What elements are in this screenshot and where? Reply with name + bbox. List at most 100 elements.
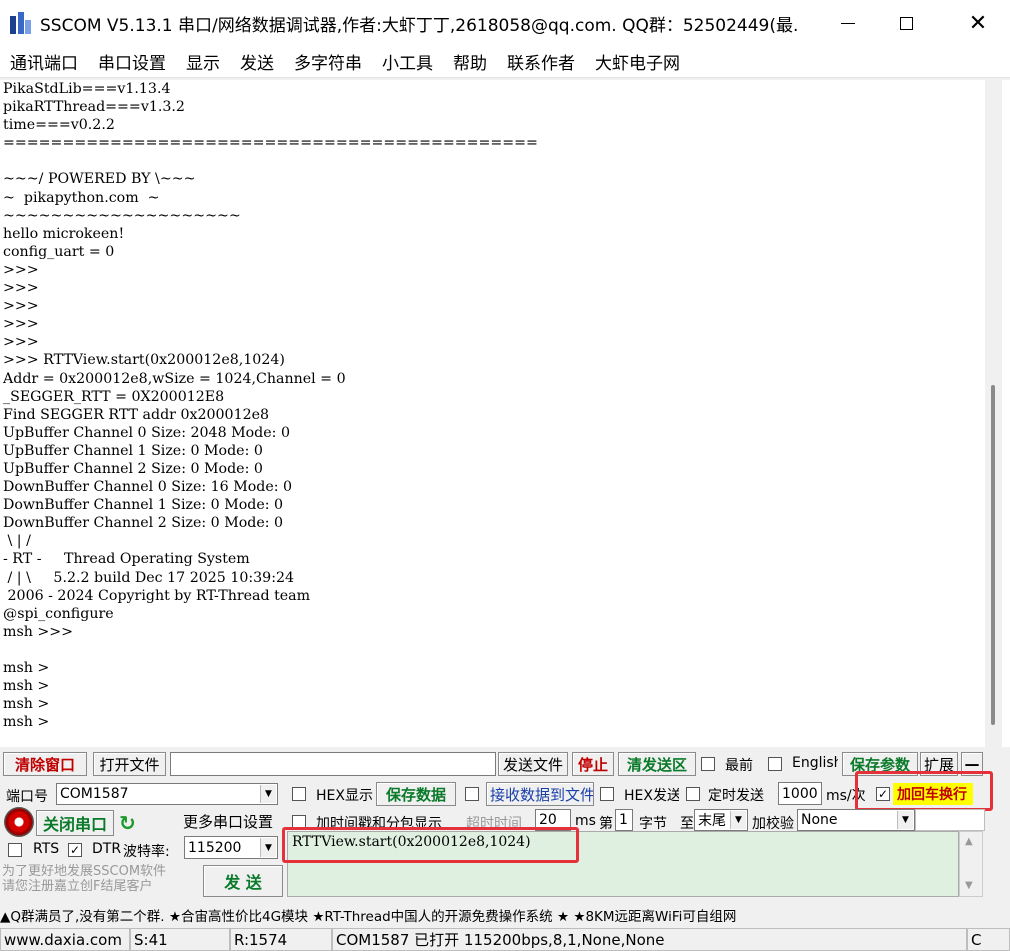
port-value: COM1587 xyxy=(60,786,129,802)
clear-window-button[interactable]: 清除窗口 xyxy=(3,752,87,776)
crlf-highlight-box xyxy=(855,771,993,811)
window-title: SSCOM V5.13.1 串口/网络数据调试器,作者:大虾丁丁,2618058… xyxy=(40,15,800,36)
minimize-icon xyxy=(841,22,855,24)
open-file-button[interactable]: 打开文件 xyxy=(93,752,166,776)
nth-input[interactable]: 1 xyxy=(615,809,633,831)
promo-line-1: 为了更好地发展SSCOM软件 xyxy=(2,864,167,879)
menu-comm-port[interactable]: 通讯端口 xyxy=(0,49,88,74)
menu-bar: 通讯端口 串口设置 显示 发送 多字符串 小工具 帮助 联系作者 大虾电子网 xyxy=(0,46,1010,78)
scroll-up-icon[interactable]: ▲ xyxy=(965,836,973,847)
close-icon: ✕ xyxy=(968,10,988,36)
baud-label: 波特率: xyxy=(123,844,170,860)
menu-contact-author[interactable]: 联系作者 xyxy=(497,49,585,74)
port-label: 端口号 xyxy=(6,789,48,805)
topmost-checkbox[interactable] xyxy=(701,757,715,771)
file-path-input[interactable] xyxy=(170,752,496,776)
rts-checkbox[interactable] xyxy=(8,843,22,857)
dtr-checkbox[interactable]: ✓ xyxy=(68,843,82,857)
title-bar: SSCOM V5.13.1 串口/网络数据调试器,作者:大虾丁丁,2618058… xyxy=(0,0,1010,46)
checksum-result xyxy=(915,809,985,831)
refresh-icon[interactable]: ↻ xyxy=(119,811,136,835)
timeout-value: 20 xyxy=(539,812,557,828)
send-file-label: 发送文件 xyxy=(502,755,563,774)
chevron-down-icon: ▼ xyxy=(730,811,746,829)
interval-value: 1000 xyxy=(782,785,818,802)
status-port-info: COM1587 已打开 115200bps,8,1,None,None xyxy=(332,928,967,951)
checksum-label: 加校验 xyxy=(752,816,794,832)
hex-send-label: HEX发送 xyxy=(624,788,679,804)
dtr-label: DTR xyxy=(92,841,122,857)
send-button[interactable]: 发 送 xyxy=(203,865,283,897)
nth-value: 1 xyxy=(619,812,628,828)
ad-line[interactable]: ▲Q群满员了,没有第二个群. ★合宙高性价比4G模块 ★RT-Thread中国人… xyxy=(0,905,1010,927)
promo-text: 为了更好地发展SSCOM软件 请您注册嘉立创F结尾客户 xyxy=(2,864,198,894)
close-button[interactable]: ✕ xyxy=(950,0,1006,46)
status-recv-count: R:1574 xyxy=(230,928,332,951)
save-data-label: 保存数据 xyxy=(385,785,446,804)
send-text-highlight-box xyxy=(282,827,579,863)
clear-window-label: 清除窗口 xyxy=(14,755,75,774)
right-edge xyxy=(1002,80,1010,747)
interval-input[interactable]: 1000 xyxy=(778,782,822,805)
nth-label: 第 xyxy=(599,816,613,832)
control-panel: 清除窗口 打开文件 发送文件 停止 清发送区 最前 English 保存参数 扩… xyxy=(0,747,1010,905)
send-scrollbar[interactable]: ▲ ▼ xyxy=(959,831,983,897)
stop-label: 停止 xyxy=(577,755,608,774)
end-select[interactable]: 末尾 ▼ xyxy=(694,809,748,831)
menu-serial-settings[interactable]: 串口设置 xyxy=(88,49,176,74)
checksum-select[interactable]: None ▼ xyxy=(797,809,915,831)
clear-send-label: 清发送区 xyxy=(626,755,687,774)
byte-label: 字节 xyxy=(639,816,667,832)
recv-to-file-button[interactable]: 接收数据到文件 xyxy=(486,782,594,806)
timeout-unit-label: ms xyxy=(575,813,596,829)
timed-send-checkbox[interactable] xyxy=(686,787,700,801)
hex-display-label: HEX显示 xyxy=(316,788,373,804)
baud-value: 115200 xyxy=(188,839,242,856)
more-settings-link[interactable]: 更多串口设置 xyxy=(183,811,273,832)
baud-select[interactable]: 115200 ▼ xyxy=(184,836,278,859)
recv-to-file-checkbox[interactable] xyxy=(465,787,479,801)
menu-tools[interactable]: 小工具 xyxy=(372,49,443,74)
checksum-value: None xyxy=(801,812,838,828)
ad-text: ▲Q群满员了,没有第二个群. ★合宙高性价比4G模块 ★RT-Thread中国人… xyxy=(0,909,737,925)
stop-button[interactable]: 停止 xyxy=(572,752,614,776)
chevron-down-icon: ▼ xyxy=(897,811,913,829)
recv-to-file-label: 接收数据到文件 xyxy=(490,785,594,804)
menu-multi-string[interactable]: 多字符串 xyxy=(284,49,372,74)
maximize-icon xyxy=(899,16,913,30)
to-label: 至 xyxy=(680,816,694,832)
open-file-label: 打开文件 xyxy=(99,755,160,774)
status-sent-count: S:41 xyxy=(130,928,230,951)
send-file-button[interactable]: 发送文件 xyxy=(498,752,568,776)
scrollbar-thumb[interactable] xyxy=(991,385,995,725)
hex-send-checkbox[interactable] xyxy=(600,787,614,801)
status-website[interactable]: www.daxia.com xyxy=(0,928,130,951)
menu-daxia-website[interactable]: 大虾电子网 xyxy=(585,49,690,74)
port-status-icon xyxy=(4,807,34,837)
minimize-button[interactable] xyxy=(820,0,876,46)
chevron-down-icon: ▼ xyxy=(260,785,276,803)
menu-help[interactable]: 帮助 xyxy=(443,49,497,74)
promo-line-2: 请您注册嘉立创F结尾客户 xyxy=(2,879,153,894)
save-data-button[interactable]: 保存数据 xyxy=(376,782,456,806)
status-cts: C xyxy=(967,928,1010,951)
status-bar: www.daxia.com S:41 R:1574 COM1587 已打开 11… xyxy=(0,928,1010,951)
rts-label: RTS xyxy=(33,841,60,857)
hex-display-checkbox[interactable] xyxy=(292,787,306,801)
app-icon xyxy=(10,12,32,34)
menu-display[interactable]: 显示 xyxy=(176,49,230,74)
close-port-label: 关闭串口 xyxy=(42,815,107,834)
english-label: English xyxy=(792,755,838,771)
close-port-button[interactable]: 关闭串口 xyxy=(36,810,114,836)
scroll-down-icon[interactable]: ▼ xyxy=(965,880,973,891)
timed-send-label: 定时发送 xyxy=(708,788,764,804)
english-checkbox[interactable] xyxy=(768,757,782,771)
menu-send[interactable]: 发送 xyxy=(230,49,284,74)
receive-scrollbar[interactable] xyxy=(985,80,1002,747)
topmost-label: 最前 xyxy=(725,758,753,774)
receive-area[interactable]: PikaStdLib===v1.13.4 pikaRTThread===v1.3… xyxy=(0,80,985,747)
maximize-button[interactable] xyxy=(878,0,934,46)
clear-send-button[interactable]: 清发送区 xyxy=(618,752,696,776)
port-select[interactable]: COM1587 ▼ xyxy=(56,783,278,805)
chevron-down-icon: ▼ xyxy=(260,838,276,857)
